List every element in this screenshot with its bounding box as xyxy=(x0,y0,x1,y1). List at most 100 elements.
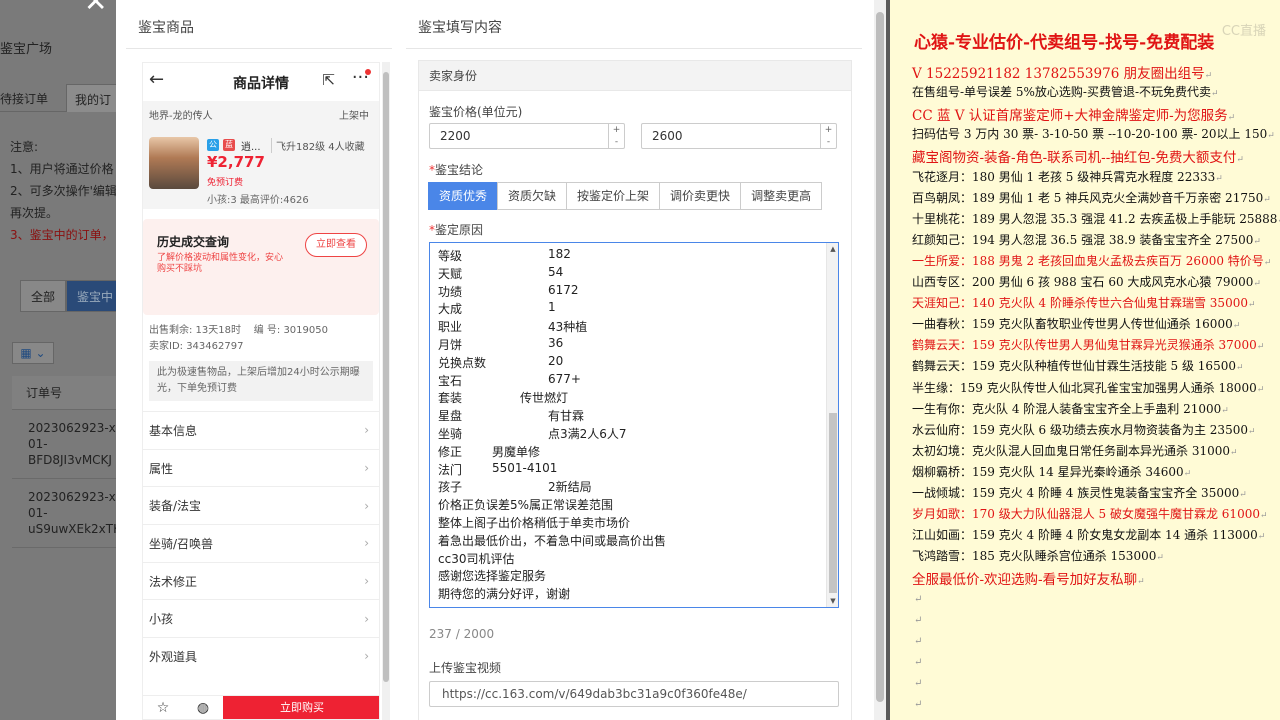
orders-table: 订单号 2023062923-xyz 01- BFD8JI3vMCKJ 2023062… xyxy=(12,376,130,548)
price-min-value: 2200 xyxy=(440,129,471,143)
scrollbar-thumb[interactable] xyxy=(876,12,884,702)
blue-tag: 蓝 xyxy=(223,139,235,151)
reason-key: 等级 xyxy=(438,249,463,263)
textarea-scrollbar[interactable]: ▲ ▼ xyxy=(826,243,838,607)
note-line: 水云仙府：159 克火队 6 级功绩去疾水月物资装备为主 23500↵ xyxy=(912,421,1256,438)
conclusion-option[interactable]: 调整卖更高 xyxy=(740,182,823,210)
table-row[interactable]: 2023062923-xyz 01- BFD8JI3vMCKJ xyxy=(12,410,130,479)
preview-nav-title: 商品详情 xyxy=(233,76,289,92)
notes-title: 注意: xyxy=(10,140,39,154)
reason-key: 坐骑 xyxy=(438,426,463,441)
video-url-input[interactable]: https://cc.163.com/v/649dab3bc31a9c0f360… xyxy=(429,681,839,707)
scrollbar-thumb[interactable] xyxy=(383,72,389,682)
chat-icon[interactable]: ◍ xyxy=(183,696,223,719)
price-min-input[interactable]: 2200 + - xyxy=(429,123,625,149)
return-mark: ↵ xyxy=(1263,257,1272,268)
close-icon[interactable]: ✕ xyxy=(84,0,107,16)
stepper[interactable]: + - xyxy=(608,124,624,148)
note-line: 一生有你：克火队 4 阶混人装备宝宝齐全上手蛊利 21000↵ xyxy=(912,400,1229,417)
reason-key: cc30司机评估 xyxy=(438,551,515,566)
note-line: 飞鸿踏雪：185 克火队睡杀宫位通杀 153000↵ xyxy=(912,547,1164,564)
conclusion-option[interactable]: 资质欠缺 xyxy=(497,182,568,210)
seller-id: 卖家ID: 343462797 xyxy=(149,341,244,352)
return-mark: ↵ xyxy=(1257,532,1266,543)
character-card[interactable]: 公 蓝 逍... 飞升182级 4人收藏 ¥2,777 免预订费 小孩:3 最高… xyxy=(143,127,379,209)
note-line-text: 扫码估号 3 万内 30 票- 3-10-50 票 --10-20-100 票-… xyxy=(912,127,1268,142)
reason-line: 星盘 有甘霖 xyxy=(430,407,838,425)
reason-key: 孩子 xyxy=(438,480,463,495)
buy-button[interactable]: 立即购买 xyxy=(223,696,379,719)
menu-item[interactable]: 装备/法宝 › xyxy=(143,486,379,524)
conclusion-option[interactable]: 资质优秀 xyxy=(428,182,499,210)
order-number-part: 01- xyxy=(28,437,48,451)
menu-item-label: 装备/法宝 xyxy=(149,499,202,514)
note-line-text: 飞花逐月：180 男仙 1 老孩 5 级神兵霄克水程度 22333 xyxy=(912,169,1216,184)
bg-filter: 全部 鉴宝中 xyxy=(20,280,125,312)
scroll-up-icon[interactable]: ▲ xyxy=(827,243,839,255)
note-line-text: 山西专区：200 男仙 6 孩 988 宝石 60 大成风克水心猿 79000 xyxy=(912,275,1254,289)
background-page: 鉴宝广场 待接订单 我的订 注意: 1、用户将通过价格 2、可多次操作'编辑 再次提… xyxy=(0,0,130,720)
return-mark: ↵ xyxy=(1156,553,1164,564)
return-mark: ↵ xyxy=(914,656,923,668)
reason-line: 法门 5501-4101 xyxy=(430,461,838,479)
return-mark: ↵ xyxy=(1256,384,1265,395)
history-subtitle: 了解价格波动和属性变化，安心购买不踩坑 xyxy=(157,253,284,274)
menu-item[interactable]: 小孩 › xyxy=(143,599,379,637)
conclusion-option[interactable]: 按鉴定价上架 xyxy=(566,182,661,210)
product-column-title: 鉴宝商品 xyxy=(138,20,194,36)
return-mark: ↵ xyxy=(1137,577,1145,588)
menu-item[interactable]: 属性 › xyxy=(143,448,379,487)
reason-key: 感谢您选择鉴定服务 xyxy=(438,569,547,584)
reason-line: 大成 1 xyxy=(430,300,838,318)
menu-item[interactable]: 基本信息 › xyxy=(143,411,379,449)
scroll-down-icon[interactable]: ▼ xyxy=(827,595,839,607)
chevron-right-icon: › xyxy=(364,423,369,438)
reason-key: 期待您的满分好评，谢谢 xyxy=(438,587,571,602)
modal-scrollbar[interactable] xyxy=(874,0,886,720)
return-mark: ↵ xyxy=(1236,155,1244,166)
menu-item[interactable]: 坐骑/召唤兽 › xyxy=(143,524,379,562)
menu-item[interactable]: 法术修正 › xyxy=(143,561,379,600)
menu-item[interactable]: 外观道具 › xyxy=(143,637,379,675)
star-icon[interactable]: ☆ xyxy=(143,696,183,719)
price-label: 鉴宝价格(单位元) xyxy=(429,105,523,119)
reason-line: 套装 传世燃灯 xyxy=(430,389,838,407)
note-line: 鹤舞云天：159 克火队种植传世仙甘霖生活技能 5 级 16500↵ xyxy=(912,357,1244,374)
bg-tabs: 待接订单 我的订 xyxy=(0,84,130,112)
reason-key: 套装 xyxy=(438,391,463,406)
preview-scrollbar[interactable] xyxy=(382,62,390,720)
scrollbar-thumb[interactable] xyxy=(829,413,837,593)
view-toggle-button[interactable]: ▦ ⌄ xyxy=(12,342,54,364)
note-line-text: 一生所爱：188 男鬼 2 老孩回血鬼火孟极去疾百万 26000 特价号 xyxy=(912,253,1264,268)
note-line-text: 百鸟朝凤：189 男仙 1 老 5 神兵风克火全满妙音千万亲密 21750 xyxy=(912,190,1264,205)
view-history-button[interactable]: 立即查看 xyxy=(305,233,367,257)
note-line: 再次提。 xyxy=(10,206,59,220)
tab-my-orders[interactable]: 我的订 xyxy=(66,84,121,112)
return-mark: ↵ xyxy=(1211,89,1219,100)
stepper[interactable]: + - xyxy=(820,124,836,148)
seller-identity-section: 卖家身份 xyxy=(419,61,851,91)
reason-value: 182 xyxy=(548,247,571,261)
video-label: 上传鉴宝视频 xyxy=(429,661,502,675)
note-line: CC 蓝 V 认证首席鉴定师+大神金牌鉴定师-为您服务↵ xyxy=(912,104,1235,124)
share-icon[interactable]: ⇱ xyxy=(322,71,335,89)
order-number-part: BFD8JI3vMCKJ xyxy=(28,453,112,467)
reason-key: 法门 xyxy=(438,462,463,477)
reason-label: *鉴定原因 xyxy=(429,223,484,237)
note-line: 红颜知己：194 男人忽混 36.5 强混 38.9 装备宝宝齐全 27500↵ xyxy=(912,231,1261,248)
note-line: 飞花逐月：180 男仙 1 老孩 5 级神兵霄克水程度 22333↵ xyxy=(912,168,1223,185)
conclusion-option[interactable]: 调价卖更快 xyxy=(659,182,742,210)
return-mark: ↵ xyxy=(1256,342,1265,353)
chevron-right-icon: › xyxy=(364,611,369,626)
reason-textarea[interactable]: 等级 182 天赋 54 功绩 6172 大成 1 职业 43种植 月饼 36 兑换点数 20 宝石 677+… xyxy=(429,242,839,608)
order-number-part: 2023062923-xyz xyxy=(28,421,130,435)
table-row[interactable]: 2023062923-xyz 01- uS9uwXEk2xTK xyxy=(12,479,130,548)
note-line-text: 鹤舞云天：159 克火队传世男人男仙鬼甘霖异光灵猴通杀 37000 xyxy=(912,338,1257,353)
return-mark: ↵ xyxy=(914,635,923,647)
price-max-input[interactable]: 2600 + - xyxy=(641,123,837,149)
server-name: 地界-龙的传人 xyxy=(149,110,213,122)
tab-pending-orders[interactable]: 待接订单 xyxy=(0,90,48,107)
filter-all[interactable]: 全部 xyxy=(20,280,67,312)
order-number-part: 01- xyxy=(28,506,48,520)
reason-line: 功绩 6172 xyxy=(430,283,838,301)
